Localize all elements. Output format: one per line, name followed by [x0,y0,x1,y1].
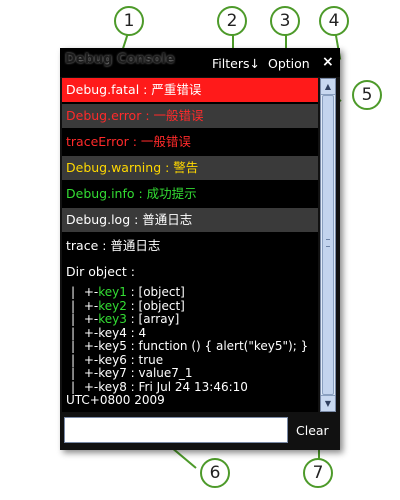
option-button[interactable]: Option [268,56,310,71]
dir-key: key1 [98,285,127,299]
dir-value: [array] [138,312,180,326]
dir-key: key7 [98,366,127,380]
clear-button[interactable]: Clear [296,423,329,438]
callout-4: 4 [319,6,349,36]
close-icon[interactable]: × [322,54,334,70]
dir-trailing-line: UTC+0800 2009 [66,393,165,407]
callout-3: 3 [270,6,300,36]
log-entry-log: Debug.log : 普通日志 [62,208,318,232]
log-entry-fatal: Debug.fatal : 严重错误 [62,78,318,102]
dir-line: | +-key1 : [object] [70,285,185,299]
dir-value: [object] [138,298,185,313]
log-entry-error: Debug.error : 一般错误 [62,104,318,128]
scrollbar-grip-icon [326,239,330,247]
callout-5: 5 [352,80,382,110]
dir-value: true [138,352,164,367]
command-input[interactable] [64,417,288,443]
window-title: Debug Console [65,52,175,67]
log-entry-warning: Debug.warning : 警告 [62,156,318,180]
log-entry-trace-error: traceError : 一般错误 [62,130,318,154]
filters-button[interactable]: Filters↓ [212,56,260,71]
dir-value: function () { alert("key5"); } [138,339,309,353]
scroll-down-icon[interactable]: ▼ [321,395,335,411]
log-entry-trace: trace : 普通日志 [62,234,318,258]
dir-line: | +-key5 : function () { alert("key5"); … [70,339,309,353]
dir-key: key3 [98,312,127,326]
callout-2: 2 [217,6,247,36]
title-bar[interactable]: Debug Console Filters↓ Option × [60,48,340,77]
dir-key: key6 [98,352,127,367]
dir-object-tree: | +-key1 : [object] | +-key2 : [object] … [62,285,318,408]
callout-7: 7 [303,458,333,488]
dir-line: | +-key4 : 4 [70,325,147,340]
dir-value: Fri Jul 24 13:46:10 [138,379,248,394]
dir-object-header: Dir object : [66,264,135,279]
dir-line: | +-key3 : [array] [70,312,180,326]
log-output: Debug.fatal : 严重错误 Debug.error : 一般错误 tr… [62,78,318,412]
debug-console-window: Debug Console Filters↓ Option × Debug.fa… [60,48,340,450]
scroll-up-icon[interactable]: ▲ [321,79,335,95]
dir-line: | +-key7 : value7_1 [70,366,193,380]
dir-value: value7_1 [138,366,193,380]
dir-key: key4 [98,325,127,340]
vertical-scrollbar[interactable]: ▲ ▼ [320,78,336,412]
dir-key: key2 [98,298,127,313]
dir-key: key5 [98,339,127,353]
dir-line: | +-key2 : [object] [70,298,185,313]
dir-line: | +-key8 : Fri Jul 24 13:46:10 [70,379,248,394]
callout-6: 6 [200,458,230,488]
dir-line: | +-key6 : true [70,352,164,367]
log-entry-info: Debug.info : 成功提示 [62,182,318,206]
dir-value: 4 [138,325,147,340]
callout-1: 1 [114,6,144,36]
scrollbar-thumb[interactable] [322,95,334,395]
command-bar: Clear [60,414,340,450]
dir-key: key8 [98,379,127,394]
dir-value: [object] [138,285,185,299]
page: 1 2 3 4 5 6 7 Debug Console Filters↓ Opt… [0,0,400,500]
